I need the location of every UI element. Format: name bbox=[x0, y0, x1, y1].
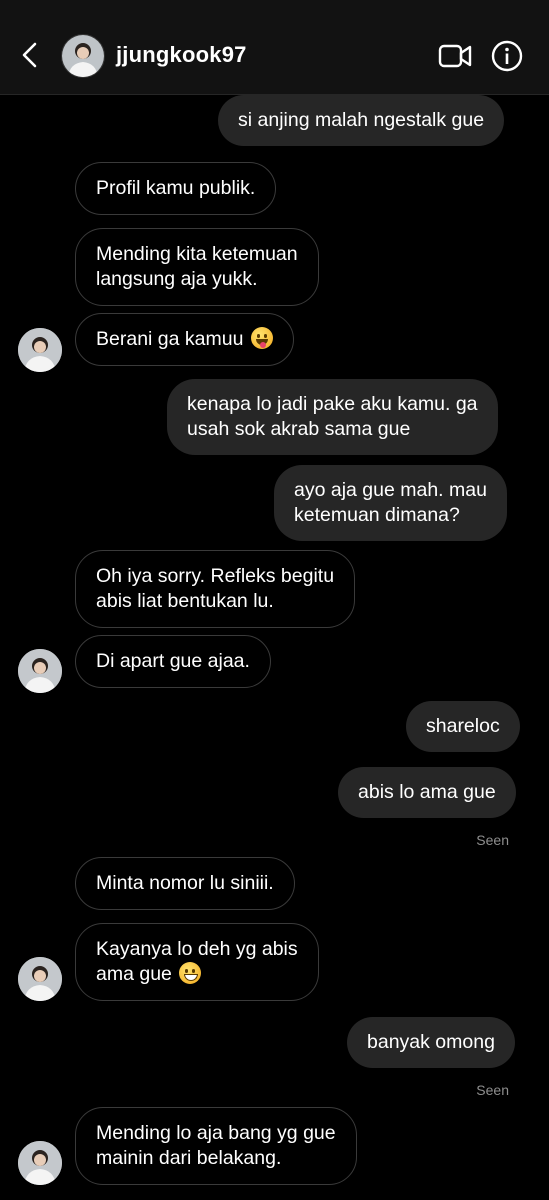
profile-avatar[interactable] bbox=[61, 34, 105, 78]
incoming-message[interactable]: Minta nomor lu siniii. bbox=[75, 857, 295, 910]
sender-avatar[interactable] bbox=[18, 328, 62, 372]
sender-avatar[interactable] bbox=[18, 649, 62, 693]
video-call-icon[interactable] bbox=[438, 42, 472, 70]
message-text: mainin dari belakang. bbox=[96, 1147, 282, 1169]
incoming-message[interactable]: Mending lo aja bang yg gue mainin dari be… bbox=[75, 1107, 357, 1185]
outgoing-message[interactable]: abis lo ama gue bbox=[338, 767, 516, 818]
outgoing-message[interactable]: si anjing malah ngestalk gue bbox=[218, 95, 505, 146]
message-text: Di apart gue ajaa. bbox=[96, 650, 250, 672]
message-text: shareloc bbox=[426, 715, 500, 737]
incoming-message[interactable]: Profil kamu publik. bbox=[75, 162, 277, 215]
message-text: abis liat bentukan lu. bbox=[96, 590, 274, 612]
message-text: ayo aja gue mah. mau bbox=[294, 479, 487, 501]
message-text: ketemuan dimana? bbox=[294, 504, 460, 526]
incoming-message[interactable]: Di apart gue ajaa. bbox=[75, 635, 271, 688]
message-text: Mending kita ketemuan bbox=[96, 243, 298, 265]
message-text: langsung aja yukk. bbox=[96, 268, 258, 290]
seen-indicator: Seen bbox=[476, 1082, 509, 1098]
outgoing-message[interactable]: kenapa lo jadi pake aku kamu. ga usah sok… bbox=[167, 379, 498, 455]
message-text: Berani ga kamuu bbox=[96, 328, 244, 350]
message-text: Minta nomor lu siniii. bbox=[96, 872, 274, 894]
message-text: ama gue bbox=[96, 963, 172, 985]
message-text: Profil kamu publik. bbox=[96, 177, 256, 199]
incoming-message[interactable]: Kayanya lo deh yg abis ama gue bbox=[75, 923, 319, 1001]
back-arrow-icon[interactable] bbox=[18, 40, 42, 70]
message-text: kenapa lo jadi pake aku kamu. ga bbox=[187, 393, 478, 415]
incoming-message[interactable]: Mending kita ketemuan langsung aja yukk. bbox=[75, 228, 319, 306]
sender-avatar[interactable] bbox=[18, 957, 62, 1001]
message-text: si anjing malah ngestalk gue bbox=[238, 109, 485, 131]
face-savoring-food-emoji-icon bbox=[250, 327, 273, 349]
grinning-face-emoji-icon bbox=[179, 962, 202, 984]
seen-indicator: Seen bbox=[476, 832, 509, 848]
outgoing-message[interactable]: ayo aja gue mah. mau ketemuan dimana? bbox=[274, 465, 507, 541]
sender-avatar[interactable] bbox=[18, 1141, 62, 1185]
chat-username[interactable]: jjungkook97 bbox=[116, 42, 247, 68]
chat-header: jjungkook97 bbox=[0, 0, 549, 95]
message-text: Oh iya sorry. Refleks begitu bbox=[96, 565, 335, 587]
info-icon[interactable] bbox=[491, 40, 523, 72]
message-text: Kayanya lo deh yg abis bbox=[96, 938, 298, 960]
message-text: usah sok akrab sama gue bbox=[187, 418, 411, 440]
outgoing-message[interactable]: shareloc bbox=[406, 701, 520, 752]
message-text: Mending lo aja bang yg gue bbox=[96, 1122, 336, 1144]
message-text: banyak omong bbox=[367, 1031, 495, 1053]
outgoing-message[interactable]: banyak omong bbox=[347, 1017, 515, 1068]
message-text: abis lo ama gue bbox=[358, 781, 496, 803]
incoming-message[interactable]: Oh iya sorry. Refleks begitu abis liat be… bbox=[75, 550, 356, 628]
incoming-message[interactable]: Berani ga kamuu bbox=[75, 313, 294, 366]
